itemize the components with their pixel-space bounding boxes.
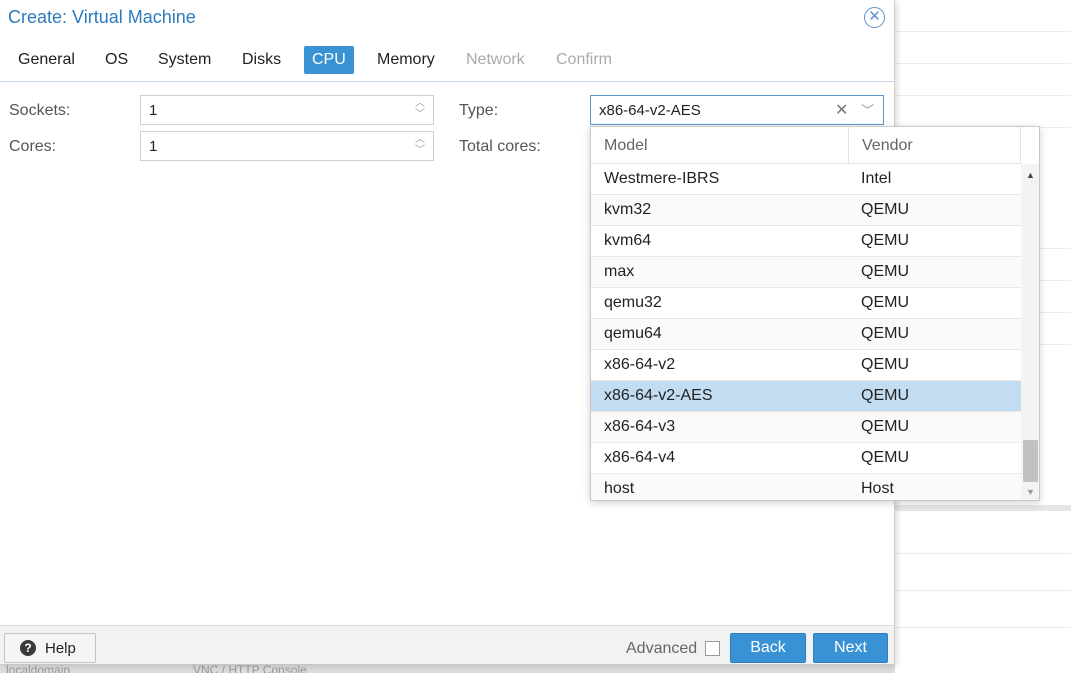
cpu-type-input[interactable] xyxy=(591,96,821,124)
background-row-divider xyxy=(895,95,1071,96)
spinner-arrows-icon[interactable]: ︿ ﹀ xyxy=(413,98,427,122)
help-button-label: Help xyxy=(45,640,76,657)
model-cell: Westmere-IBRS xyxy=(604,170,720,187)
cores-spinner[interactable]: ︿﹀ xyxy=(140,131,434,161)
vendor-cell: QEMU xyxy=(861,263,909,280)
next-button[interactable]: Next xyxy=(813,633,888,663)
model-cell: max xyxy=(604,263,635,280)
spinner-arrows-icon[interactable]: ︿ ﹀ xyxy=(413,134,427,158)
advanced-label: Advanced xyxy=(626,640,698,657)
vendor-cell: QEMU xyxy=(861,294,909,311)
column-header-model[interactable]: Model xyxy=(591,127,849,164)
cores-label: Cores: xyxy=(9,138,57,155)
tab-general[interactable]: General xyxy=(10,46,83,74)
scroll-down-icon[interactable]: ▼ xyxy=(1026,487,1035,497)
background-section-strip xyxy=(895,505,1071,511)
background-row-divider xyxy=(895,627,1071,628)
model-cell: host xyxy=(604,480,635,497)
tab-system[interactable]: System xyxy=(150,46,219,74)
background-row-divider xyxy=(895,31,1071,32)
background-text: VNC / HTTP Console xyxy=(193,664,307,673)
list-item[interactable]: Westmere-IBRS Intel xyxy=(591,164,1021,195)
sockets-spinner[interactable]: ︿﹀ xyxy=(140,95,434,125)
vendor-cell: QEMU xyxy=(861,449,909,466)
back-button[interactable]: Back xyxy=(730,633,806,663)
scroll-up-icon[interactable]: ▲ xyxy=(1026,170,1035,180)
wizard-tabbar: General OS System Disks CPU Memory Netwo… xyxy=(0,44,894,82)
tab-cpu[interactable]: CPU xyxy=(304,46,354,74)
cpu-type-combobox[interactable]: ✕ ﹀ xyxy=(590,95,884,125)
question-circle-icon: ? xyxy=(20,640,36,656)
help-button[interactable]: ? Help xyxy=(4,633,96,663)
model-cell: x86-64-v2-AES xyxy=(604,387,713,404)
vendor-cell: QEMU xyxy=(861,232,909,249)
background-row-divider xyxy=(895,63,1071,64)
vendor-cell: QEMU xyxy=(861,418,909,435)
sockets-input[interactable] xyxy=(141,96,401,124)
list-item[interactable]: x86-64-v3 QEMU xyxy=(591,412,1021,443)
vendor-cell: Host xyxy=(861,480,894,497)
list-item[interactable]: host Host xyxy=(591,474,1021,500)
background-row-divider xyxy=(895,553,1071,554)
cores-input[interactable] xyxy=(141,132,401,160)
column-header-vendor[interactable]: Vendor xyxy=(849,127,1021,164)
type-label: Type: xyxy=(459,102,499,119)
list-item[interactable]: qemu32 QEMU xyxy=(591,288,1021,319)
background-text: localdomain xyxy=(6,664,71,673)
dialog-footer: ? Help Advanced Back Next xyxy=(0,625,894,664)
dropdown-list: Westmere-IBRS Intel kvm32 QEMU kvm64 QEMU m… xyxy=(591,164,1021,500)
tab-confirm: Confirm xyxy=(556,51,613,68)
model-cell: kvm64 xyxy=(604,232,652,249)
vendor-cell: QEMU xyxy=(861,325,909,342)
list-item[interactable]: x86-64-v2 QEMU xyxy=(591,350,1021,381)
tab-os[interactable]: OS xyxy=(97,46,136,74)
list-item[interactable]: x86-64-v4 QEMU xyxy=(591,443,1021,474)
list-item[interactable]: kvm64 QEMU xyxy=(591,226,1021,257)
model-cell: qemu64 xyxy=(604,325,662,342)
dialog-title: Create: Virtual Machine xyxy=(8,7,196,27)
vendor-cell: QEMU xyxy=(861,387,909,404)
advanced-checkbox[interactable] xyxy=(705,641,720,656)
model-cell: x86-64-v2 xyxy=(604,356,676,373)
tab-disks[interactable]: Disks xyxy=(234,46,289,74)
list-item[interactable]: max QEMU xyxy=(591,257,1021,288)
background-bottom-bar: localdomain VNC / HTTP Console xyxy=(0,664,895,673)
dropdown-scrollbar[interactable]: ▲ ▼ xyxy=(1021,164,1039,500)
chevron-down-icon[interactable]: ﹀ xyxy=(861,100,874,119)
background-row-divider xyxy=(895,590,1071,591)
vendor-cell: Intel xyxy=(861,170,892,187)
tab-network: Network xyxy=(466,51,525,68)
list-item[interactable]: kvm32 QEMU xyxy=(591,195,1021,226)
list-item-selected[interactable]: x86-64-v2-AES QEMU xyxy=(591,381,1021,412)
model-cell: qemu32 xyxy=(604,294,662,311)
tab-memory[interactable]: Memory xyxy=(369,46,443,74)
clear-icon[interactable]: ✕ xyxy=(835,100,848,120)
total-cores-label: Total cores: xyxy=(459,138,541,155)
model-cell: x86-64-v3 xyxy=(604,418,676,435)
close-icon[interactable]: ✕ xyxy=(864,7,885,28)
list-item[interactable]: qemu64 QEMU xyxy=(591,319,1021,350)
vendor-cell: QEMU xyxy=(861,356,909,373)
vendor-cell: QEMU xyxy=(861,201,909,218)
cpu-type-dropdown: Model Vendor Westmere-IBRS Intel kvm32 QEM… xyxy=(590,126,1040,501)
sockets-label: Sockets: xyxy=(9,102,71,119)
model-cell: kvm32 xyxy=(604,201,652,218)
dialog-header: Create: Virtual Machine ✕ xyxy=(0,0,894,36)
model-cell: x86-64-v4 xyxy=(604,449,676,466)
dropdown-header: Model Vendor xyxy=(591,127,1021,164)
scrollbar-thumb[interactable] xyxy=(1023,440,1038,482)
